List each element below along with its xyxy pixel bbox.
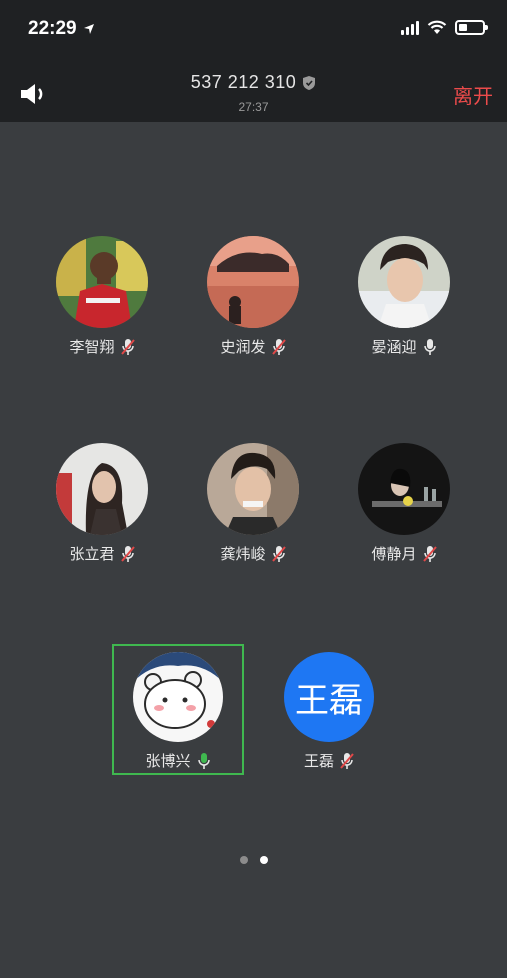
mic-muted-icon [271,545,286,562]
leave-button[interactable]: 离开 [453,80,493,109]
participant-tile[interactable]: 王磊 王磊 [254,652,404,771]
avatar-initials: 王磊 [295,681,363,720]
participant-name: 王磊 [303,753,334,770]
clock-text: 22:29 [28,18,77,39]
mic-muted-icon [120,338,135,355]
avatar [133,652,223,742]
participant-name: 张博兴 [145,753,191,770]
page-dot[interactable] [239,856,248,864]
participant-name: 傅静月 [371,546,417,563]
participant-name: 张立君 [69,546,115,563]
participant-tile[interactable]: 龚炜峻 [178,443,328,564]
avatar [358,236,450,328]
shield-icon [303,76,316,91]
participant-name: 李智翔 [69,339,115,356]
participant-name-row: 史润发 [178,336,328,357]
participant-tile[interactable]: 晏涵迎 [329,236,479,357]
participant-tile[interactable]: 傅静月 [329,443,479,564]
mic-muted-icon [422,545,437,562]
avatar [56,236,148,328]
battery-icon [455,20,488,35]
page-dot-active[interactable] [259,856,268,864]
status-icons [401,20,488,35]
participant-tile[interactable]: 张博兴 [103,652,253,771]
participant-name-row: 晏涵迎 [329,336,479,357]
mic-muted-icon [271,338,286,355]
participant-name: 龚炜峻 [220,546,266,563]
location-arrow-icon [83,24,94,34]
participant-name-row: 张立君 [27,543,177,564]
mic-muted-icon [120,545,135,562]
meeting-duration: 27:37 [238,100,269,114]
avatar [56,443,148,535]
participant-name-row: 李智翔 [27,336,177,357]
participant-tile[interactable]: 史润发 [178,236,328,357]
meeting-id-text: 537 212 310 [190,72,297,92]
mic-speaking-icon [197,752,210,769]
cellular-signal-icon [401,20,419,35]
mic-muted-icon [340,752,354,769]
participant-name-row: 龚炜峻 [178,543,328,564]
meeting-id[interactable]: 537 212 310 [0,72,507,93]
status-bar-time: 22:29 [28,18,95,40]
wifi-icon [427,20,447,34]
participant-tile[interactable]: 李智翔 [27,236,177,357]
participant-tile[interactable]: 张立君 [27,443,177,564]
page-indicator[interactable] [0,856,507,864]
participant-name-row: 张博兴 [103,750,253,771]
participant-name: 史润发 [220,339,266,356]
participant-name-row: 王磊 [254,750,404,771]
mic-icon [423,338,436,355]
avatar: 王磊 [284,652,374,742]
top-bar: 22:29 537 212 310 27:37 离开 [0,0,507,122]
avatar [358,443,450,535]
participant-name-row: 傅静月 [329,543,479,564]
avatar [207,236,299,328]
participant-name: 晏涵迎 [371,339,417,356]
avatar [207,443,299,535]
